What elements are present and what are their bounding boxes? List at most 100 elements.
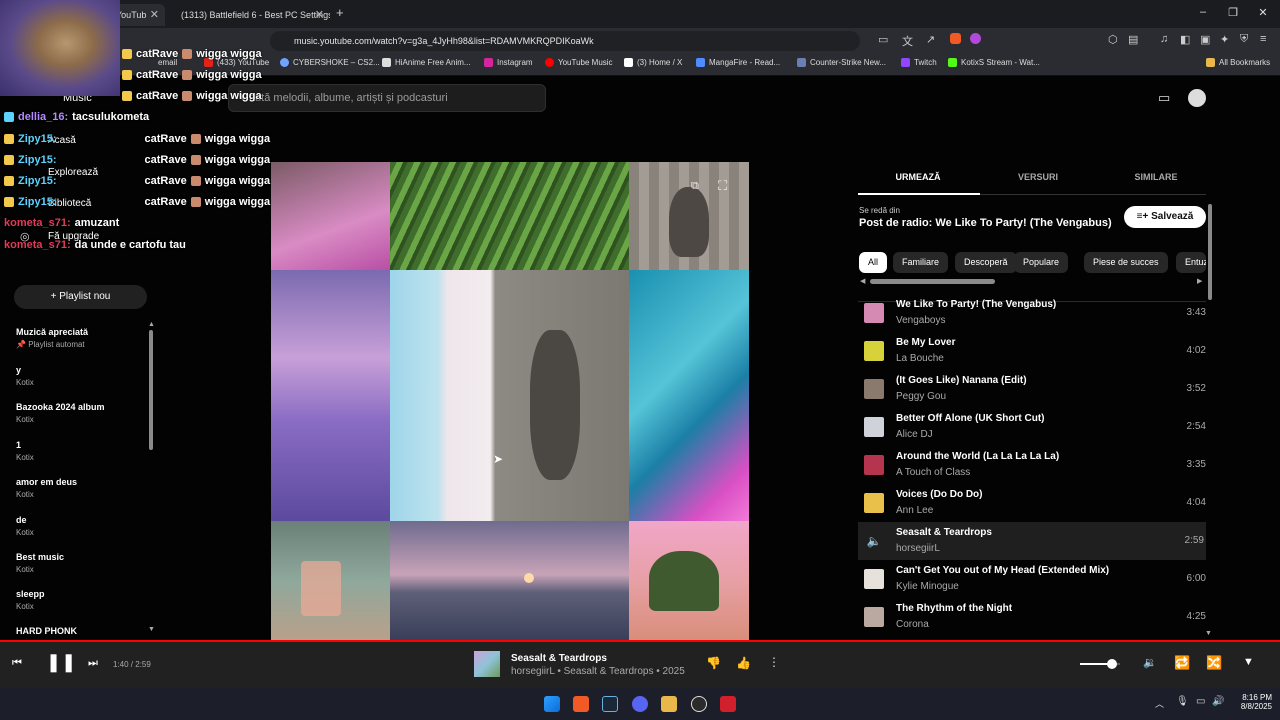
- queue-item[interactable]: Better Off Alone (UK Short Cut) Alice DJ 2…: [858, 408, 1206, 446]
- sidebar-scrollbar[interactable]: [149, 330, 153, 450]
- display-icon[interactable]: ▭: [1196, 696, 1205, 707]
- bookmark-counter-strike[interactable]: Counter-Strike New...: [797, 58, 886, 67]
- scroll-down-icon[interactable]: ▼: [1205, 630, 1212, 637]
- leo-icon[interactable]: ✦: [1220, 33, 1229, 46]
- extensions-icon[interactable]: ⬡: [1108, 33, 1118, 46]
- bookmark-twitch[interactable]: Twitch: [901, 58, 937, 67]
- queue-item[interactable]: (It Goes Like) Nanana (Edit) Peggy Gou 3:5…: [858, 370, 1206, 408]
- file-explorer-icon[interactable]: [661, 696, 677, 712]
- adobe-icon[interactable]: [720, 696, 736, 712]
- bookmark-cybershoke[interactable]: CYBERSHOKE – CS2...: [280, 58, 380, 67]
- tab-lyrics[interactable]: VERSURI: [978, 172, 1098, 182]
- reader-icon[interactable]: ▤: [1128, 33, 1138, 46]
- search-input[interactable]: Caută melodii, albume, artiști și podcas…: [228, 84, 546, 112]
- mic-icon[interactable]: 🎙: [1176, 696, 1189, 707]
- shuffle-icon[interactable]: 🔀: [1206, 655, 1222, 671]
- menu-icon[interactable]: ≡: [1260, 33, 1266, 45]
- chip-hits[interactable]: Piese de succes: [1084, 252, 1168, 273]
- sidebar-playlist[interactable]: 1 Kotix: [16, 440, 146, 462]
- steam-icon[interactable]: [602, 696, 618, 712]
- chip-all[interactable]: All: [859, 252, 888, 273]
- sidebar-playlist[interactable]: y Kotix: [16, 365, 146, 387]
- sidebar-playlist[interactable]: Bazooka 2024 album Kotix: [16, 402, 146, 424]
- brave-shield-icon[interactable]: [950, 33, 961, 47]
- close-icon[interactable]: ✕: [315, 8, 324, 21]
- queue-item[interactable]: Be My Lover La Bouche 4:02: [858, 332, 1206, 370]
- cast-icon[interactable]: ▭: [878, 33, 888, 46]
- more-options-icon[interactable]: ⋮: [768, 655, 780, 669]
- queue-item[interactable]: We Like To Party! (The Vengabus) Vengaboy…: [858, 294, 1206, 332]
- brave-icon[interactable]: [573, 696, 589, 712]
- queue-item[interactable]: The Rhythm of the Night Corona 4:25: [858, 598, 1206, 636]
- share-icon[interactable]: ↗: [926, 33, 935, 46]
- sidebar-playlist[interactable]: sleepp Kotix: [16, 589, 146, 611]
- bookmark-kotixs[interactable]: KotixS Stream - Wat...: [948, 58, 1040, 67]
- chip-popular[interactable]: Populare: [1014, 252, 1069, 273]
- close-icon[interactable]: ✕: [150, 8, 159, 21]
- sidebar-playlist[interactable]: Muzică apreciată 📌 Playlist automat: [16, 327, 146, 349]
- bookmark-youtube-music[interactable]: YouTube Music: [545, 58, 613, 67]
- clock[interactable]: 8:16 PM 8/8/2025: [1232, 693, 1272, 711]
- tray-chevron-icon[interactable]: ︿: [1155, 697, 1164, 710]
- close-window-icon[interactable]: ✕: [1248, 6, 1278, 19]
- avatar[interactable]: [1188, 89, 1206, 107]
- new-playlist-button[interactable]: + Playlist nou: [14, 285, 147, 309]
- queue-item-now-playing[interactable]: 🔈 Seasalt & Teardrops horsegiirL 2:59: [858, 522, 1206, 560]
- tab-related[interactable]: SIMILARE: [1096, 172, 1216, 182]
- tab-battlefield[interactable]: (1313) Battlefield 6 - Best PC Settings ✕: [170, 4, 330, 26]
- bookmark-instagram[interactable]: Instagram: [484, 58, 533, 67]
- tab-up-next[interactable]: URMEAZĂ: [858, 172, 978, 182]
- translate-icon[interactable]: 文: [902, 33, 913, 49]
- media-icon[interactable]: ♫: [1160, 33, 1168, 45]
- url-field[interactable]: music.youtube.com/watch?v=g3a_4JyHh98&li…: [270, 31, 860, 51]
- scroll-left-icon[interactable]: ◀: [860, 277, 865, 285]
- previous-icon[interactable]: ⏮: [12, 657, 22, 670]
- now-playing-title[interactable]: Seasalt & Teardrops: [511, 653, 607, 664]
- bookmark-mangafire[interactable]: MangaFire - Read...: [696, 58, 780, 67]
- expand-icon[interactable]: ▼: [1243, 656, 1254, 668]
- scroll-down-icon[interactable]: ▼: [148, 626, 155, 633]
- wallet-icon[interactable]: ▣: [1200, 33, 1210, 46]
- dislike-icon[interactable]: 👎: [706, 656, 721, 670]
- discord-icon[interactable]: [632, 696, 648, 712]
- scroll-right-icon[interactable]: ▶: [1197, 277, 1202, 285]
- progress-fill[interactable]: [0, 640, 716, 642]
- new-tab-icon[interactable]: +: [336, 5, 344, 20]
- like-icon[interactable]: 👍: [736, 656, 751, 670]
- restore-icon[interactable]: ❐: [1218, 6, 1248, 19]
- queue-item[interactable]: Can't Get You out of My Head (Extended M…: [858, 560, 1206, 598]
- queue-scrollbar[interactable]: [1208, 204, 1212, 300]
- all-bookmarks[interactable]: All Bookmarks: [1206, 58, 1270, 67]
- save-button[interactable]: ≡+ Salvează: [1124, 206, 1206, 228]
- sidebar-playlist[interactable]: HARD PHONK: [16, 626, 146, 636]
- queue-item[interactable]: Voices (Do Do Do) Ann Lee 4:04: [858, 484, 1206, 522]
- scroll-up-icon[interactable]: ▲: [148, 321, 155, 328]
- next-icon[interactable]: ⏭: [88, 657, 98, 670]
- picture-in-picture-icon[interactable]: ⧉: [691, 180, 699, 193]
- bookmark-hianime[interactable]: HiAnime Free Anim...: [382, 58, 471, 67]
- chip-familiar[interactable]: Familiare: [893, 252, 949, 273]
- album-art[interactable]: ⧉ ⛶: [271, 162, 749, 640]
- now-playing-subtitle[interactable]: horsegiirL • Seasalt & Teardrops • 2025: [511, 666, 685, 677]
- queue-item[interactable]: Around the World (La La La La La) A Touch…: [858, 446, 1206, 484]
- minimize-icon[interactable]: –: [1188, 6, 1218, 18]
- vpn-icon[interactable]: ⛨: [1240, 33, 1248, 46]
- pause-icon[interactable]: ❚❚: [46, 652, 76, 673]
- now-playing-thumbnail[interactable]: [474, 651, 500, 677]
- bookmark-x[interactable]: (3) Home / X: [624, 58, 682, 67]
- chip-more[interactable]: Entuz: [1176, 252, 1206, 273]
- fullscreen-icon[interactable]: ⛶: [718, 178, 727, 194]
- speaker-tray-icon[interactable]: 🔊: [1212, 696, 1224, 707]
- repeat-icon[interactable]: 🔁: [1174, 655, 1190, 671]
- chip-discover[interactable]: Descoperă: [955, 252, 1017, 273]
- obs-icon[interactable]: [691, 696, 707, 712]
- sidebar-playlist[interactable]: amor em deus Kotix: [16, 477, 146, 499]
- sidebar-playlist[interactable]: de Kotix: [16, 515, 146, 537]
- sidebar-playlist[interactable]: Best music Kotix: [16, 552, 146, 574]
- rewards-icon[interactable]: [970, 33, 981, 47]
- chips-scrollbar[interactable]: [870, 279, 995, 284]
- cast-icon[interactable]: ▭: [1158, 90, 1170, 106]
- sidebar-toggle-icon[interactable]: ◧: [1180, 33, 1190, 46]
- start-icon[interactable]: [544, 696, 560, 712]
- volume-knob[interactable]: [1107, 659, 1117, 669]
